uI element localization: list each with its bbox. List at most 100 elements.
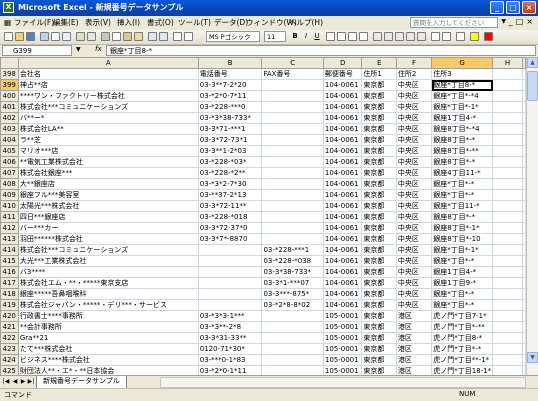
- paste-icon[interactable]: [123, 32, 132, 41]
- row-header[interactable]: 419: [0, 299, 19, 311]
- decrease-decimal-icon[interactable]: [417, 32, 426, 41]
- cell-e412[interactable]: 東京都: [361, 222, 397, 234]
- title-bar[interactable]: X Microsoft Excel - 新規番号データサンプル _ □ ×: [0, 0, 538, 16]
- cell-f419[interactable]: 中央区: [395, 299, 433, 311]
- next-sheet-icon[interactable]: ▶: [19, 377, 27, 387]
- row-header[interactable]: 421: [0, 321, 19, 333]
- vertical-scrollbar[interactable]: ▲ ▼: [526, 57, 538, 375]
- redo-icon[interactable]: [159, 32, 168, 41]
- autosum-icon[interactable]: [184, 32, 193, 41]
- cell-d420[interactable]: 105-0001: [322, 310, 363, 322]
- menu-format[interactable]: 書式(O): [147, 17, 174, 29]
- row-header[interactable]: 405: [0, 145, 19, 157]
- cell-c407[interactable]: [261, 167, 324, 179]
- cell-d412[interactable]: 104-0061: [322, 222, 363, 234]
- cell-a414[interactable]: 株式会社***コミュニケーションズ: [17, 244, 199, 256]
- cell-b399[interactable]: 03-3**7-2*20: [197, 79, 263, 91]
- cell-f424[interactable]: 港区: [395, 354, 433, 366]
- cell-c420[interactable]: [261, 310, 324, 322]
- cell-b405[interactable]: 03-3**1-2*03: [197, 145, 263, 157]
- align-center-icon[interactable]: [337, 32, 346, 41]
- row-header[interactable]: 406: [0, 156, 19, 168]
- cell-c418[interactable]: 03-3***-875*: [261, 288, 324, 300]
- cell-f407[interactable]: 中央区: [395, 167, 433, 179]
- currency-icon[interactable]: [373, 32, 382, 41]
- cell-g412[interactable]: 銀座8丁目*-1*: [431, 222, 494, 234]
- cell-b398[interactable]: 電話番号: [197, 68, 263, 80]
- cell-g402[interactable]: 銀座1丁目4-*: [431, 112, 494, 124]
- cell-a418[interactable]: 銀座*****吾鼻咽喉科: [17, 288, 199, 300]
- row-header[interactable]: 402: [0, 112, 19, 124]
- cell-e402[interactable]: 東京都: [361, 112, 397, 124]
- cell-a415[interactable]: 大光***工業株式会社: [17, 255, 199, 267]
- row-header[interactable]: 411: [0, 211, 19, 223]
- cell-a411[interactable]: 四日***銀座店: [17, 211, 199, 223]
- cell-b414[interactable]: [197, 244, 263, 256]
- save-icon[interactable]: [26, 32, 35, 41]
- cell-c402[interactable]: [261, 112, 324, 124]
- row-header[interactable]: 400: [0, 90, 19, 102]
- cell-c403[interactable]: [261, 123, 324, 135]
- cell-f425[interactable]: 港区: [395, 365, 433, 375]
- cell-g425[interactable]: 虎ノ門*丁目18-1*: [431, 365, 494, 375]
- cell-c399[interactable]: [261, 79, 324, 91]
- cell-g423[interactable]: 虎ノ門*丁目*-*: [431, 343, 494, 355]
- cell-b412[interactable]: 03-3*72-37*0: [197, 222, 263, 234]
- cell-g411[interactable]: 銀座8丁目*-*: [431, 211, 494, 223]
- cell-g420[interactable]: 虎ノ門*丁目7-1*: [431, 310, 494, 322]
- maximize-button[interactable]: □: [506, 1, 520, 14]
- cell-a398[interactable]: 会社名: [17, 68, 199, 80]
- cell-e425[interactable]: 東京都: [361, 365, 397, 375]
- cell-h404[interactable]: [492, 134, 523, 146]
- cell-d407[interactable]: 104-0061: [322, 167, 363, 179]
- cell-h419[interactable]: [492, 299, 523, 311]
- cell-c411[interactable]: [261, 211, 324, 223]
- cell-b413[interactable]: 03-3*7*-8870: [197, 233, 263, 245]
- cell-a399[interactable]: 神占**店: [17, 79, 199, 91]
- row-header[interactable]: 408: [0, 178, 19, 190]
- cell-h398[interactable]: [492, 68, 523, 80]
- cell-c417[interactable]: 03-3*1-***07: [261, 277, 324, 289]
- cell-a409[interactable]: 銀座フル***美容室: [17, 189, 199, 201]
- cell-f416[interactable]: 中央区: [395, 266, 433, 278]
- cell-h418[interactable]: [492, 288, 523, 300]
- cell-g398[interactable]: 住所3: [431, 68, 494, 80]
- minimize-button[interactable]: _: [490, 1, 504, 14]
- cell-d405[interactable]: 104-0061: [322, 145, 363, 157]
- menu-excel-icon[interactable]: ▦: [4, 17, 11, 29]
- cell-d421[interactable]: 105-0001: [322, 321, 363, 333]
- cell-h420[interactable]: [492, 310, 523, 322]
- cell-f423[interactable]: 港区: [395, 343, 433, 355]
- borders-icon[interactable]: [456, 32, 465, 41]
- cell-b422[interactable]: 03-3*31-33**: [197, 332, 263, 344]
- cell-c408[interactable]: [261, 178, 324, 190]
- row-header[interactable]: 409: [0, 189, 19, 201]
- column-header-d[interactable]: D: [322, 57, 363, 69]
- cell-a422[interactable]: Gra**21: [17, 332, 199, 344]
- cell-d400[interactable]: 104-0061: [322, 90, 363, 102]
- column-header-h[interactable]: H: [492, 57, 523, 69]
- cell-d410[interactable]: 104-0061: [322, 200, 363, 212]
- cell-h407[interactable]: [492, 167, 523, 179]
- cell-g406[interactable]: 銀座8丁目*-*: [431, 156, 494, 168]
- row-header[interactable]: 410: [0, 200, 19, 212]
- cell-g400[interactable]: 銀座*丁目*-*4: [431, 90, 494, 102]
- column-header-f[interactable]: F: [395, 57, 433, 69]
- cell-c405[interactable]: [261, 145, 324, 157]
- cell-b402[interactable]: 03-*3*38-733*: [197, 112, 263, 124]
- cell-d419[interactable]: 104-0061: [322, 299, 363, 311]
- cell-c401[interactable]: [261, 101, 324, 113]
- row-header[interactable]: 403: [0, 123, 19, 135]
- cell-g418[interactable]: 銀座*丁目*-*: [431, 288, 494, 300]
- cell-f415[interactable]: 中央区: [395, 255, 433, 267]
- font-name-select[interactable]: MS Pゴシック: [206, 31, 260, 42]
- cell-g419[interactable]: 銀座*丁目*-*: [431, 299, 494, 311]
- cell-e414[interactable]: 東京都: [361, 244, 397, 256]
- bold-button[interactable]: B: [290, 31, 300, 42]
- cell-c422[interactable]: [261, 332, 324, 344]
- format-painter-icon[interactable]: [134, 32, 143, 41]
- increase-indent-icon[interactable]: [442, 32, 451, 41]
- row-header[interactable]: 423: [0, 343, 19, 355]
- cell-g414[interactable]: 銀座*丁目*-1*: [431, 244, 494, 256]
- cell-e423[interactable]: 東京都: [361, 343, 397, 355]
